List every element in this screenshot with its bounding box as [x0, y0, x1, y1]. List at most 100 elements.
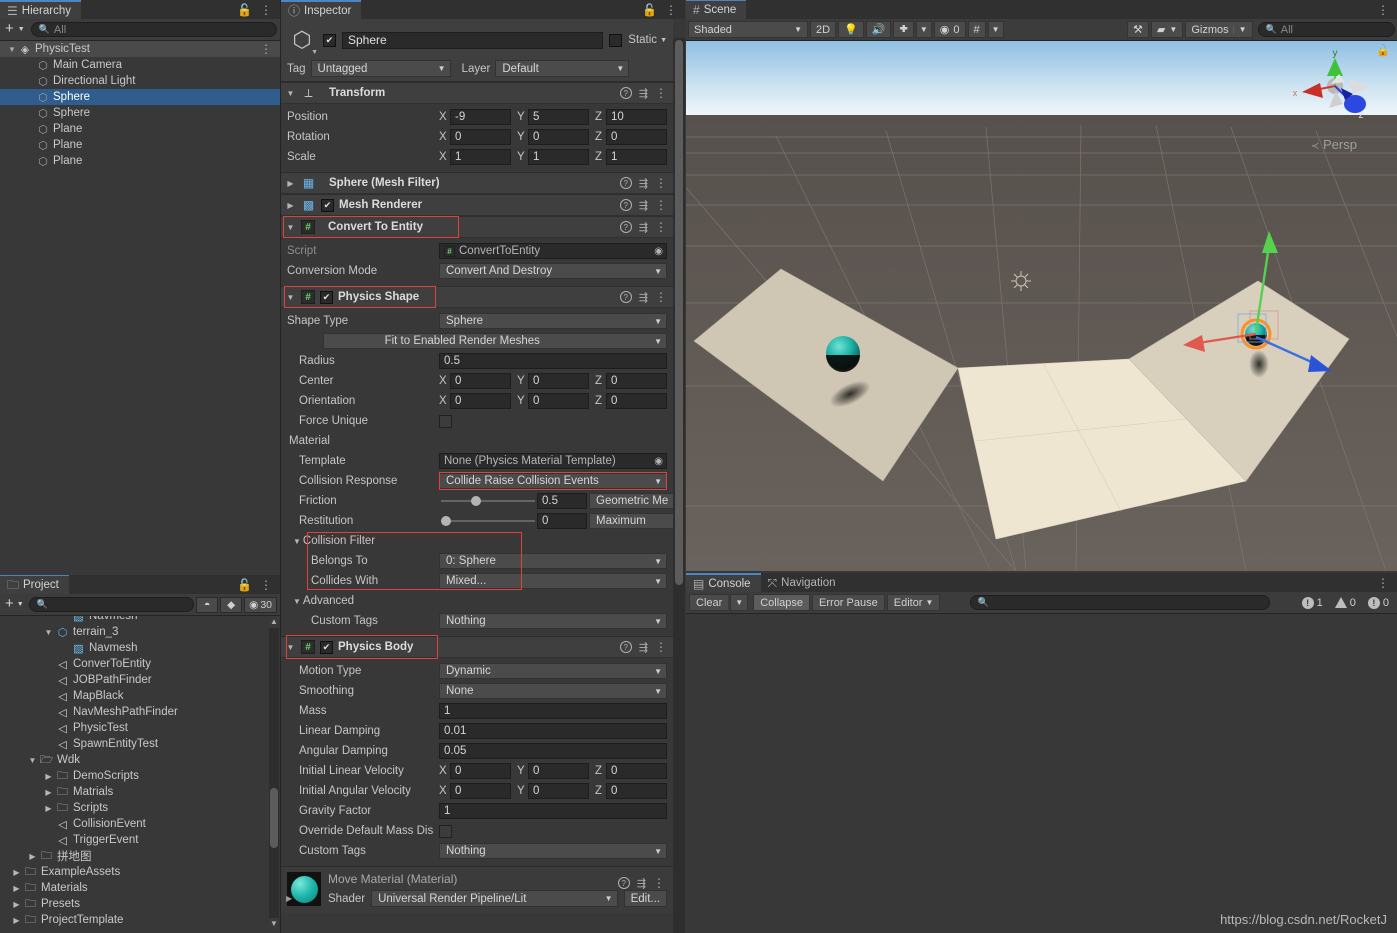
tab-hierarchy[interactable]: ☰ Hierarchy [0, 0, 81, 19]
center-z-input[interactable]: 0 [606, 373, 667, 389]
static-dropdown-icon[interactable]: ▼ [660, 37, 667, 44]
component-menu-icon[interactable]: ⋮ [655, 86, 667, 100]
initial-angular-velocity-y-input[interactable]: 0 [528, 783, 589, 799]
error-pause-button[interactable]: Error Pause [812, 594, 885, 611]
project-scrollbar[interactable] [269, 628, 279, 918]
perspective-label[interactable]: ≺ Persp [1279, 137, 1389, 152]
smoothing-dropdown[interactable]: None ▼ [439, 683, 667, 699]
clear-dropdown-button[interactable]: ▼ [730, 594, 749, 611]
initial-linear-velocity-y-input[interactable]: 0 [528, 763, 589, 779]
component-header-convert-to-entity[interactable]: ▼ # Convert To Entity ? ⇶ ⋮ [281, 216, 673, 238]
warning-count-toggle[interactable]: 0 [1330, 594, 1361, 611]
project-item[interactable]: ◁ JOBPathFinder [0, 672, 280, 688]
project-item[interactable]: ▨ Navmesh [0, 640, 280, 656]
console-log-list[interactable] [686, 614, 1397, 933]
search-by-type-button[interactable]: ◓ [196, 596, 219, 613]
component-header-transform[interactable]: ▼ ⟂ Transform ? ⇶ ⋮ [281, 82, 673, 104]
collapse-triangle-icon[interactable]: ▼ [285, 293, 296, 302]
initial-angular-velocity-x-input[interactable]: 0 [450, 783, 511, 799]
restitution-combine-dropdown[interactable]: Maximum ▼ [589, 513, 673, 529]
inspector-scrollbar-thumb[interactable] [675, 40, 683, 585]
conversion-mode-dropdown[interactable]: Convert And Destroy ▼ [439, 263, 667, 279]
scene-tools-button[interactable]: ⚒ [1127, 21, 1149, 38]
project-item[interactable]: ▶ 🗀 DemoScripts [0, 768, 280, 784]
orientation-x-input[interactable]: 0 [450, 393, 511, 409]
expand-triangle-icon[interactable]: ▶ [10, 900, 23, 909]
lock-icon[interactable]: 🔓 [642, 4, 657, 16]
help-icon[interactable]: ? [619, 177, 632, 189]
expand-triangle-icon[interactable]: ▶ [286, 894, 292, 903]
component-menu-icon[interactable]: ⋮ [653, 876, 665, 890]
expand-triangle-icon[interactable]: ▶ [42, 804, 55, 813]
shape-custom-tags-dropdown[interactable]: Nothing ▼ [439, 613, 667, 629]
expand-triangle-icon[interactable]: ▶ [285, 179, 296, 188]
rotation-z-input[interactable]: 0 [606, 129, 667, 145]
initial-linear-velocity-x-input[interactable]: 0 [450, 763, 511, 779]
lock-icon[interactable]: 🔓 [237, 4, 252, 16]
rotation-y-input[interactable]: 0 [528, 129, 589, 145]
center-x-input[interactable]: 0 [450, 373, 511, 389]
project-item[interactable]: ▶ 🗀 ProjectTemplate [0, 912, 280, 928]
project-scroll-up-arrow[interactable]: ▲ [269, 616, 279, 628]
static-checkbox[interactable] [609, 33, 623, 47]
motion-type-dropdown[interactable]: Dynamic ▼ [439, 663, 667, 679]
object-picker-icon[interactable]: ◉ [654, 246, 663, 257]
tab-inspector[interactable]: ⓘ Inspector [281, 0, 362, 19]
expand-triangle-icon[interactable]: ▶ [10, 916, 23, 925]
scene-menu-icon[interactable]: ⋮ [1377, 3, 1389, 17]
component-menu-icon[interactable]: ⋮ [655, 176, 667, 190]
hierarchy-item[interactable]: ⬡ Sphere [0, 89, 280, 105]
project-item[interactable]: ▶ 🗀 Scripts [0, 800, 280, 816]
hidden-objects-button[interactable]: ◉ 0 [933, 21, 966, 38]
inspector-scrollbar[interactable] [673, 38, 685, 933]
shader-edit-button[interactable]: Edit... [623, 890, 667, 907]
tab-navigation[interactable]: ⤧ Navigation [760, 573, 846, 592]
project-item[interactable]: ▼ 🗁 Wdk [0, 752, 280, 768]
lock-icon[interactable]: 🔓 [237, 579, 252, 591]
collapse-triangle-icon[interactable]: ▼ [26, 756, 39, 765]
add-object-button[interactable]: + [3, 20, 15, 39]
collapse-button[interactable]: Collapse [753, 594, 811, 611]
scene-search-input[interactable]: 🔍 All [1257, 22, 1396, 37]
force-unique-checkbox[interactable] [439, 414, 452, 428]
scale-y-input[interactable]: 1 [528, 149, 589, 165]
tab-scene[interactable]: # Scene [686, 0, 747, 19]
help-icon[interactable]: ? [619, 87, 632, 99]
belongs-to-dropdown[interactable]: 0: Sphere ▼ [439, 553, 667, 569]
friction-input[interactable]: 0.5 [537, 493, 587, 509]
expand-triangle-icon[interactable]: ▶ [285, 201, 296, 210]
project-item[interactable]: ▶ 🗀 Matrials [0, 784, 280, 800]
hierarchy-item[interactable]: ▼ ◈ PhysicTest ⋮ [0, 41, 280, 57]
editor-dropdown-button[interactable]: Editor ▼ [886, 594, 941, 611]
help-icon[interactable]: ? [619, 291, 632, 303]
collapse-triangle-icon[interactable]: ▼ [42, 628, 55, 637]
project-scrollbar-thumb[interactable] [270, 788, 278, 848]
expand-triangle-icon[interactable]: ▶ [42, 772, 55, 781]
preset-icon[interactable]: ⇶ [639, 221, 648, 234]
inspector-menu-icon[interactable]: ⋮ [665, 3, 677, 17]
initial-linear-velocity-z-input[interactable]: 0 [606, 763, 667, 779]
expand-triangle-icon[interactable]: ▶ [10, 884, 23, 893]
scene-fx-toggle[interactable]: 🞧 [893, 21, 914, 38]
gizmos-button[interactable]: Gizmos ▼ [1185, 21, 1253, 38]
project-scroll-down-arrow[interactable]: ▼ [269, 918, 279, 930]
preset-icon[interactable]: ⇶ [639, 291, 648, 304]
collapse-triangle-icon[interactable]: ▼ [6, 45, 18, 54]
position-y-input[interactable]: 5 [528, 109, 589, 125]
fit-to-render-meshes-button[interactable]: Fit to Enabled Render Meshes ▼ [323, 333, 667, 349]
shape-type-dropdown[interactable]: Sphere ▼ [439, 313, 667, 329]
linear-damping-input[interactable]: 0.01 [439, 723, 667, 739]
scene-fx-dropdown[interactable]: ▼ [915, 21, 932, 38]
create-asset-dropdown-icon[interactable]: ▼ [17, 601, 27, 608]
help-icon[interactable]: ? [619, 641, 632, 653]
scene-context-menu-icon[interactable]: ⋮ [260, 42, 280, 56]
orientation-z-input[interactable]: 0 [606, 393, 667, 409]
collapse-triangle-icon[interactable]: ▼ [293, 597, 301, 606]
collision-response-dropdown[interactable]: Collide Raise Collision Events ▼ [439, 473, 667, 489]
hierarchy-item[interactable]: ⬡ Plane [0, 121, 280, 137]
hierarchy-search-input[interactable]: 🔍 All [30, 22, 277, 37]
hierarchy-item[interactable]: ⬡ Directional Light [0, 73, 280, 89]
angular-damping-input[interactable]: 0.05 [439, 743, 667, 759]
component-menu-icon[interactable]: ⋮ [655, 198, 667, 212]
console-menu-icon[interactable]: ⋮ [1377, 576, 1389, 590]
